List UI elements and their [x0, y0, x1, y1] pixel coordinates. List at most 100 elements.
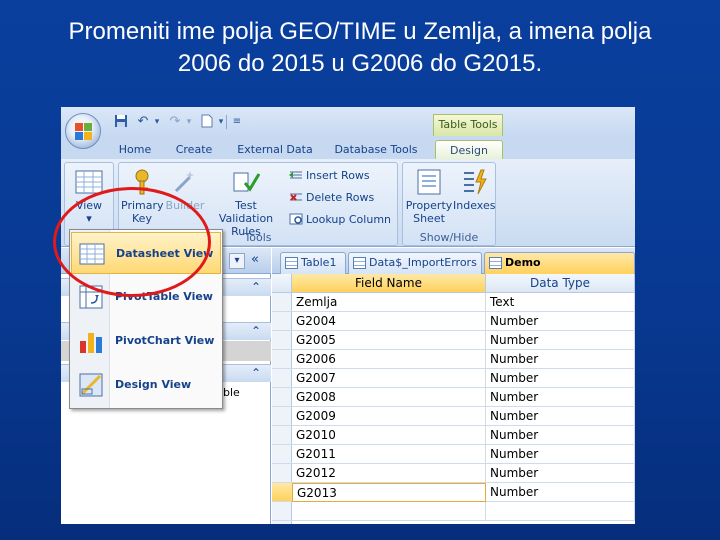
table-row-empty[interactable] — [272, 502, 635, 521]
table-row[interactable]: G2004 Number — [272, 312, 635, 331]
data-type-cell[interactable]: Number — [486, 464, 635, 483]
chevron-down-icon[interactable]: ▾ — [181, 114, 197, 130]
tab-database-tools[interactable]: Database Tools — [331, 140, 421, 159]
qat-separator — [226, 115, 227, 129]
show-hide-group-label: Show/Hide — [419, 231, 479, 244]
show-hide-group: Property Sheet Indexes Show/Hide — [402, 162, 496, 246]
data-type-cell[interactable]: Number — [486, 426, 635, 445]
test-validation-label-1: Test Validation — [218, 199, 274, 225]
table-row[interactable]: G2008 Number — [272, 388, 635, 407]
table-row[interactable]: G2012 Number — [272, 464, 635, 483]
data-type-cell[interactable]: Number — [486, 369, 635, 388]
lookup-column-icon — [289, 213, 303, 225]
field-name-cell[interactable]: G2005 — [292, 331, 486, 350]
column-header-data-type[interactable]: Data Type — [486, 274, 635, 293]
field-name-cell[interactable]: G2009 — [292, 407, 486, 426]
doc-tab-import-errors[interactable]: Data$_ImportErrors — [348, 252, 482, 274]
row-selector[interactable] — [272, 502, 292, 521]
nav-item-partial-text[interactable]: ble — [223, 386, 240, 399]
doc-tab-demo[interactable]: Demo — [484, 252, 635, 274]
collapse-pane-icon[interactable]: « — [251, 253, 259, 267]
field-name-cell[interactable]: Zemlja — [292, 293, 486, 312]
data-type-cell[interactable]: Text — [486, 293, 635, 312]
lookup-column-label: Lookup Column — [306, 213, 392, 226]
table-row[interactable]: G2006 Number — [272, 350, 635, 369]
table-row[interactable]: G2005 Number — [272, 331, 635, 350]
indexes-button[interactable]: Indexes — [453, 167, 495, 212]
menu-item-design-view[interactable]: Design View — [71, 364, 221, 406]
tab-external-data[interactable]: External Data — [235, 140, 315, 159]
field-name-cell[interactable]: G2012 — [292, 464, 486, 483]
doc-tab-label: Table1 — [301, 256, 337, 269]
table-row[interactable]: G2011 Number — [272, 445, 635, 464]
table-tools-context-title: Table Tools — [433, 114, 503, 136]
delete-rows-button[interactable]: Delete Rows — [289, 189, 374, 207]
menu-item-label: PivotChart View — [115, 334, 215, 347]
lookup-column-button[interactable]: Lookup Column — [289, 211, 391, 229]
table-design-grid: Field Name Data Type Zemlja Text G2004 Num… — [272, 274, 635, 524]
row-selector[interactable] — [272, 369, 292, 388]
field-name-cell[interactable]: G2011 — [292, 445, 486, 464]
chevron-down-icon[interactable]: ▾ — [229, 253, 245, 269]
doc-tab-label: Demo — [505, 256, 541, 269]
table-icon — [353, 257, 366, 269]
document-tabs: Table1 Data$_ImportErrors Demo — [272, 248, 635, 274]
office-logo-icon — [75, 123, 93, 141]
data-type-cell[interactable]: Number — [486, 388, 635, 407]
quick-access-toolbar: ↶ ▾ ↷ ▾ ▾ ≡ Table Tools — [61, 107, 635, 137]
tab-home[interactable]: Home — [113, 140, 157, 159]
property-sheet-label-2: Sheet — [413, 212, 445, 225]
field-name-cell[interactable]: G2007 — [292, 369, 486, 388]
table-row[interactable]: G2010 Number — [272, 426, 635, 445]
customize-qat-icon[interactable]: ≡ — [229, 114, 245, 130]
collapse-section-icon: ⌃ — [250, 324, 261, 338]
field-name-cell[interactable]: G2006 — [292, 350, 486, 369]
row-selector[interactable] — [272, 350, 292, 369]
row-selector[interactable] — [272, 464, 292, 483]
tab-create[interactable]: Create — [169, 140, 219, 159]
column-header-field-name[interactable]: Field Name — [292, 274, 486, 293]
table-icon — [285, 257, 298, 269]
row-selector[interactable] — [272, 445, 292, 464]
magic-wand-icon — [174, 171, 194, 193]
save-icon[interactable] — [113, 114, 129, 130]
row-selector[interactable] — [272, 331, 292, 350]
collapse-section-icon: ⌃ — [250, 366, 261, 380]
field-name-cell[interactable]: G2010 — [292, 426, 486, 445]
field-name-cell-current[interactable]: G2013 — [292, 483, 486, 502]
row-selector[interactable] — [272, 388, 292, 407]
table-icon — [489, 257, 502, 269]
field-name-cell[interactable]: G2008 — [292, 388, 486, 407]
field-name-cell[interactable]: G2004 — [292, 312, 486, 331]
data-type-cell[interactable]: Number — [486, 407, 635, 426]
property-sheet-icon — [417, 169, 441, 195]
table-row[interactable]: G2007 Number — [272, 369, 635, 388]
row-selector[interactable] — [272, 407, 292, 426]
insert-rows-button[interactable]: Insert Rows — [289, 167, 370, 185]
data-type-cell[interactable]: Number — [486, 331, 635, 350]
row-selector[interactable] — [272, 483, 292, 502]
menu-item-pivotchart-view[interactable]: PivotChart View — [71, 320, 221, 362]
data-type-cell[interactable]: Number — [486, 350, 635, 369]
row-selector[interactable] — [272, 293, 292, 312]
office-button[interactable] — [65, 113, 101, 149]
data-type-cell[interactable]: Number — [486, 483, 635, 502]
data-type-cell[interactable]: Number — [486, 445, 635, 464]
property-sheet-button[interactable]: Property Sheet — [405, 167, 453, 225]
tab-design[interactable]: Design — [435, 140, 503, 159]
grid-corner[interactable] — [272, 274, 292, 293]
slide-title-line1: Promeniti ime polja GEO/TIME u Zemlja, a… — [68, 18, 652, 45]
data-type-cell[interactable]: Number — [486, 312, 635, 331]
test-validation-rules-button[interactable]: Test Validation Rules — [207, 167, 285, 238]
doc-tab-table1[interactable]: Table1 — [280, 252, 346, 274]
data-type-cell[interactable] — [486, 502, 635, 521]
field-name-cell[interactable] — [292, 502, 486, 521]
slide-title: Promeniti ime polja GEO/TIME u Zemlja, a… — [0, 16, 720, 80]
table-row[interactable]: Zemlja Text — [272, 293, 635, 312]
table-row[interactable]: G2013 Number — [272, 483, 635, 502]
row-selector[interactable] — [272, 312, 292, 331]
table-row[interactable]: G2009 Number — [272, 407, 635, 426]
insert-rows-label: Insert Rows — [306, 169, 370, 182]
chevron-down-icon[interactable]: ▾ — [149, 114, 165, 130]
row-selector[interactable] — [272, 426, 292, 445]
